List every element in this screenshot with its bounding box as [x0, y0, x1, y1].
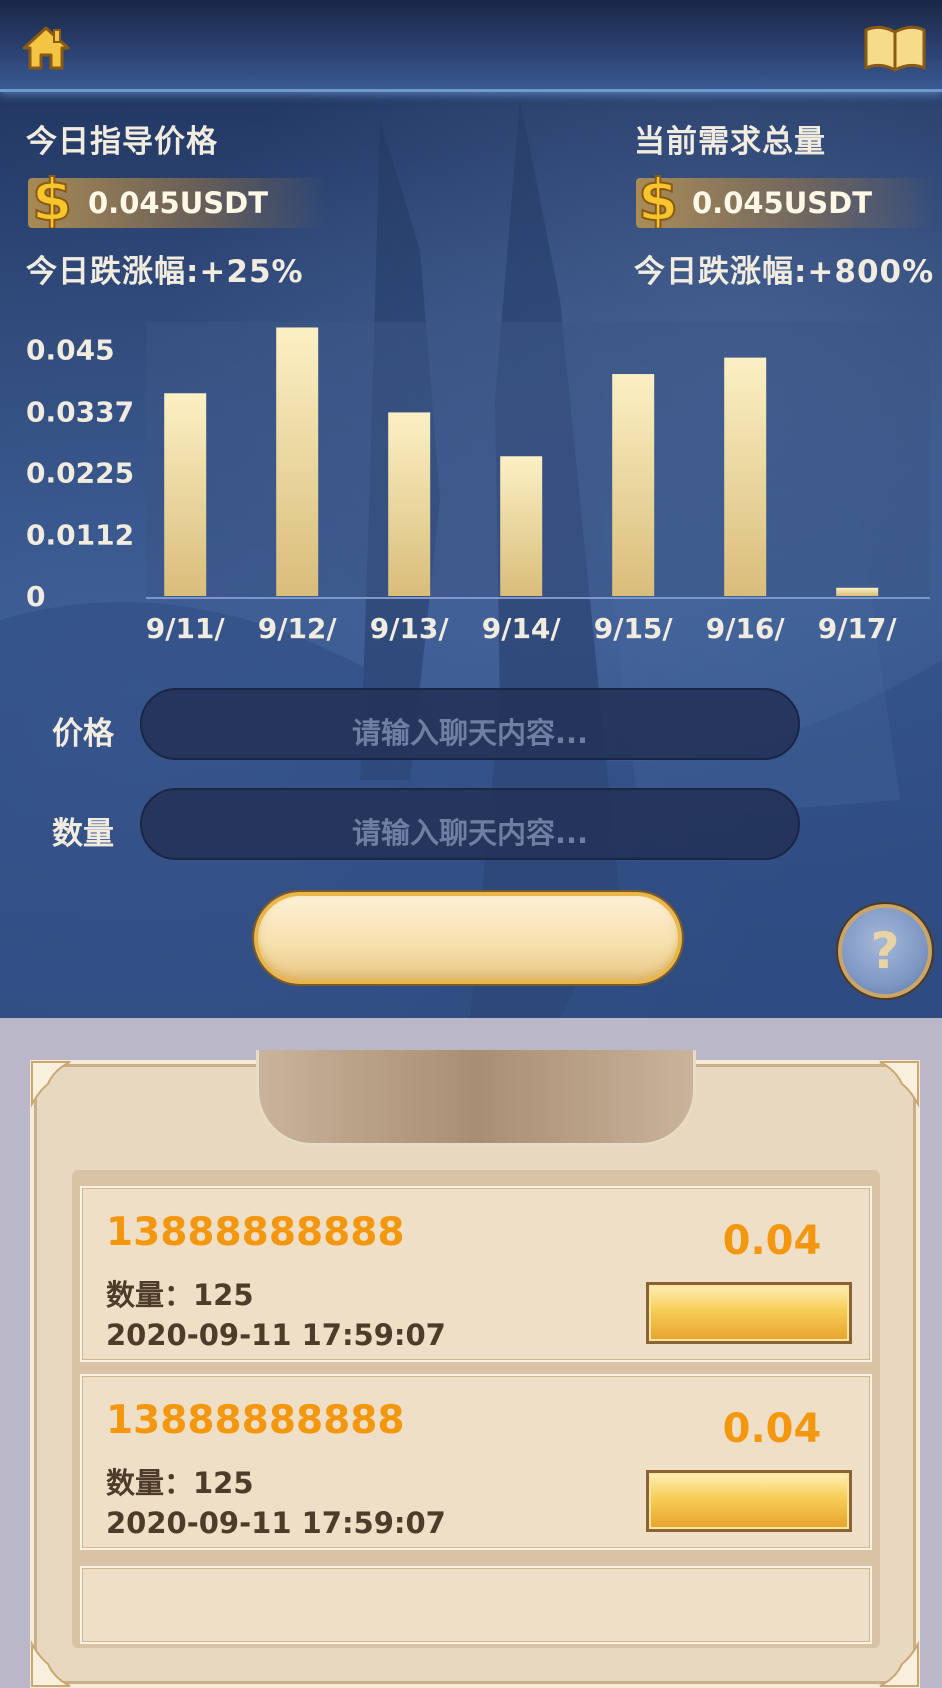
help-button[interactable]: ?	[838, 904, 932, 998]
y-tick-label: 0.0225	[26, 457, 134, 490]
record-phone: 13888888888	[106, 1210, 405, 1255]
record-quantity: 数量：125	[106, 1466, 254, 1500]
book-button[interactable]	[862, 20, 928, 76]
panel-title-tab	[256, 1050, 696, 1146]
svg-text:$: $	[32, 170, 72, 228]
record-action-button[interactable]	[646, 1282, 852, 1344]
chart-bar	[388, 412, 431, 596]
record-item: 13888888888 数量：125 2020-09-11 17:59:07 0…	[80, 1374, 872, 1550]
x-tick-label: 9/17/	[818, 612, 898, 645]
chart-bar	[164, 393, 207, 596]
price-label: 价格	[52, 716, 114, 752]
x-tick-label: 9/16/	[706, 612, 786, 645]
record-item-empty	[80, 1566, 872, 1644]
top-bar	[0, 0, 942, 92]
x-tick-label: 9/14/	[482, 612, 562, 645]
dollar-icon: $	[31, 170, 73, 228]
svg-text:$: $	[638, 170, 678, 228]
record-quantity: 数量：125	[106, 1278, 254, 1312]
x-tick-label: 9/15/	[594, 612, 674, 645]
y-tick-label: 0.0337	[26, 395, 134, 428]
price-input[interactable]	[140, 688, 800, 760]
guide-price-value: 0.045USDT	[88, 186, 269, 220]
record-phone: 13888888888	[106, 1398, 405, 1443]
y-tick-label: 0	[26, 580, 45, 613]
chart-bar	[276, 327, 319, 596]
market-section: 今日指导价格 $ 0.045USDT 今日跌涨幅:+25% 当前需求总量 $ 0…	[0, 0, 942, 1018]
quantity-input[interactable]	[140, 788, 800, 860]
y-tick-label: 0.045	[26, 333, 115, 366]
book-icon	[864, 25, 926, 72]
demand-total-title: 当前需求总量	[634, 124, 826, 160]
record-action-button[interactable]	[646, 1470, 852, 1532]
record-price: 0.04	[722, 1406, 822, 1452]
y-tick-label: 0.0112	[26, 519, 134, 552]
record-date: 2020-09-11 17:59:07	[106, 1506, 446, 1540]
question-icon: ?	[870, 922, 900, 980]
x-tick-label: 9/11/	[146, 612, 226, 645]
chart-bar	[612, 374, 655, 596]
record-item: 13888888888 数量：125 2020-09-11 17:59:07 0…	[80, 1186, 872, 1362]
price-bar-chart: 0.045 0.0337 0.0225 0.0112 0 9/11/9/12/9/13/9…	[26, 327, 930, 645]
home-icon	[22, 26, 70, 70]
record-date: 2020-09-11 17:59:07	[106, 1318, 446, 1352]
quantity-label: 数量	[52, 816, 114, 852]
demand-total-change: 今日跌涨幅:+800%	[634, 254, 935, 290]
record-price: 0.04	[722, 1218, 822, 1264]
chart-bar	[836, 587, 879, 596]
demand-total-value: 0.045USDT	[692, 186, 873, 220]
dollar-icon: $	[637, 170, 679, 228]
corner-ornament-icon	[879, 1061, 919, 1108]
guide-price-change: 今日跌涨幅:+25%	[26, 254, 304, 290]
x-tick-label: 9/12/	[258, 612, 338, 645]
home-button[interactable]	[18, 20, 74, 76]
chart-bar	[724, 357, 767, 596]
x-tick-label: 9/13/	[370, 612, 450, 645]
corner-ornament-icon	[31, 1061, 71, 1108]
submit-button[interactable]	[254, 892, 682, 984]
guide-price-title: 今日指导价格	[26, 124, 218, 160]
chart-bar	[500, 456, 543, 596]
